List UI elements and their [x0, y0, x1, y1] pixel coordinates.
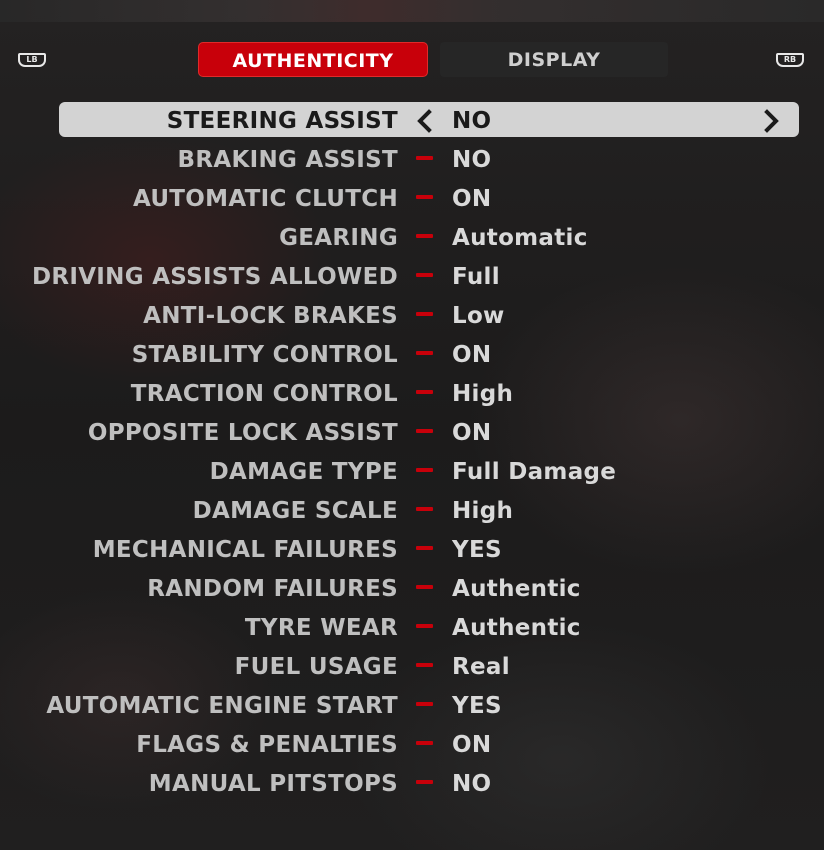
decrease-indicator-icon[interactable] [416, 312, 433, 316]
setting-value: YES [452, 693, 502, 719]
setting-row[interactable]: BRAKING ASSIST NO [0, 141, 824, 177]
setting-row[interactable]: FLAGS & PENALTIES ON [0, 726, 824, 762]
decrease-indicator-icon[interactable] [416, 429, 433, 433]
setting-value: ON [452, 732, 492, 758]
setting-row[interactable]: AUTOMATIC CLUTCH ON [0, 180, 824, 216]
setting-value: High [452, 498, 514, 524]
decrease-indicator-icon[interactable] [416, 702, 433, 706]
setting-row[interactable]: FUEL USAGE Real [0, 648, 824, 684]
setting-label: MECHANICAL FAILURES [92, 537, 398, 563]
decrease-indicator-icon[interactable] [416, 546, 433, 550]
setting-value: NO [452, 771, 492, 797]
decrease-indicator-icon[interactable] [416, 156, 433, 160]
setting-label: FLAGS & PENALTIES [136, 732, 398, 758]
background-strip [0, 0, 824, 22]
setting-value: Full Damage [452, 459, 617, 485]
decrease-indicator-icon[interactable] [416, 624, 433, 628]
setting-label: STEERING ASSIST [166, 108, 398, 134]
setting-row[interactable]: MANUAL PITSTOPS NO [0, 765, 824, 801]
setting-label: TRACTION CONTROL [130, 381, 398, 407]
decrease-indicator-icon[interactable] [416, 273, 433, 277]
setting-label: ANTI-LOCK BRAKES [143, 303, 398, 329]
setting-row[interactable]: AUTOMATIC ENGINE START YES [0, 687, 824, 723]
chevron-left-icon[interactable] [414, 109, 438, 133]
setting-label: OPPOSITE LOCK ASSIST [87, 420, 398, 446]
setting-value: Low [452, 303, 505, 329]
setting-value: Full [452, 264, 500, 290]
decrease-indicator-icon[interactable] [416, 507, 433, 511]
decrease-indicator-icon[interactable] [416, 585, 433, 589]
setting-row[interactable]: ANTI-LOCK BRAKES Low [0, 297, 824, 333]
setting-row[interactable]: OPPOSITE LOCK ASSIST ON [0, 414, 824, 450]
setting-row[interactable]: TYRE WEAR Authentic [0, 609, 824, 645]
left-bumper-icon[interactable]: LB [18, 53, 46, 67]
setting-value: Real [452, 654, 510, 680]
setting-value: NO [452, 108, 492, 134]
decrease-indicator-icon[interactable] [416, 780, 433, 784]
setting-row[interactable]: GEARING Automatic [0, 219, 824, 255]
setting-label: DRIVING ASSISTS ALLOWED [31, 264, 398, 290]
setting-row[interactable]: DRIVING ASSISTS ALLOWED Full [0, 258, 824, 294]
decrease-indicator-icon[interactable] [416, 234, 433, 238]
setting-row[interactable]: STEERING ASSIST NO [0, 102, 824, 138]
setting-value: ON [452, 342, 492, 368]
setting-value: Automatic [452, 225, 588, 251]
setting-row[interactable]: STABILITY CONTROL ON [0, 336, 824, 372]
setting-value: ON [452, 186, 492, 212]
setting-row[interactable]: RANDOM FAILURES Authentic [0, 570, 824, 606]
setting-value: Authentic [452, 576, 581, 602]
setting-row[interactable]: MECHANICAL FAILURES YES [0, 531, 824, 567]
setting-label: DAMAGE TYPE [209, 459, 398, 485]
right-bumper-icon[interactable]: RB [776, 53, 804, 67]
setting-label: FUEL USAGE [234, 654, 398, 680]
setting-value: High [452, 381, 514, 407]
setting-label: MANUAL PITSTOPS [148, 771, 398, 797]
tab-authenticity[interactable]: AUTHENTICITY [198, 42, 428, 77]
setting-label: AUTOMATIC ENGINE START [46, 693, 398, 719]
setting-label: AUTOMATIC CLUTCH [132, 186, 398, 212]
decrease-indicator-icon[interactable] [416, 663, 433, 667]
decrease-indicator-icon[interactable] [416, 468, 433, 472]
decrease-indicator-icon[interactable] [416, 741, 433, 745]
setting-label: BRAKING ASSIST [177, 147, 398, 173]
setting-label: GEARING [279, 225, 398, 251]
setting-label: RANDOM FAILURES [147, 576, 398, 602]
chevron-right-icon[interactable] [758, 109, 782, 133]
setting-label: DAMAGE SCALE [192, 498, 398, 524]
decrease-indicator-icon[interactable] [416, 195, 433, 199]
setting-value: YES [452, 537, 502, 563]
setting-value: ON [452, 420, 492, 446]
decrease-indicator-icon[interactable] [416, 390, 433, 394]
setting-label: STABILITY CONTROL [131, 342, 398, 368]
setting-row[interactable]: DAMAGE SCALE High [0, 492, 824, 528]
setting-label: TYRE WEAR [244, 615, 398, 641]
tab-display[interactable]: DISPLAY [440, 42, 668, 77]
setting-value: Authentic [452, 615, 581, 641]
setting-row[interactable]: TRACTION CONTROL High [0, 375, 824, 411]
setting-row[interactable]: DAMAGE TYPE Full Damage [0, 453, 824, 489]
setting-value: NO [452, 147, 492, 173]
decrease-indicator-icon[interactable] [416, 351, 433, 355]
